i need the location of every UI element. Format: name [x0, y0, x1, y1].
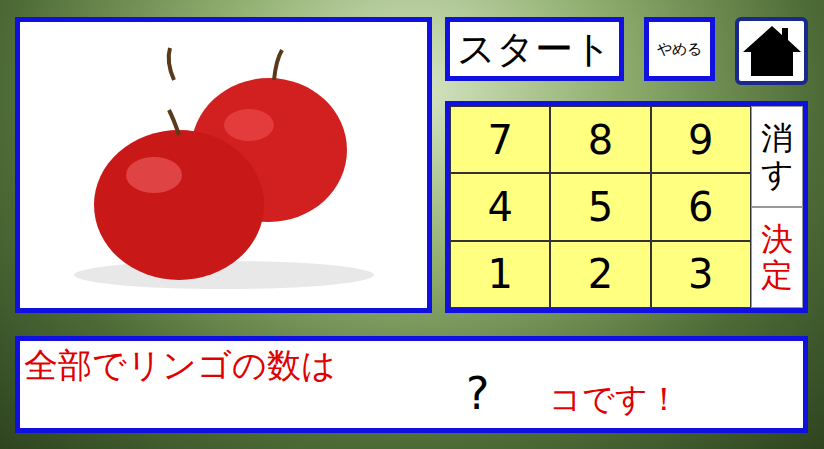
digit-key[interactable]: 6 — [651, 173, 751, 240]
apple-photo — [15, 17, 432, 313]
answer-prompt: 全部でリンゴの数は — [24, 343, 336, 389]
digit-key[interactable]: 7 — [450, 106, 550, 173]
side-key-label: 消す — [761, 121, 793, 191]
stop-button[interactable]: やめる — [644, 17, 716, 81]
digit-key[interactable]: 5 — [550, 173, 650, 240]
side-key[interactable]: 決定 — [751, 207, 803, 308]
side-key[interactable]: 消す — [751, 106, 803, 207]
top-row: スタートやめる 789 456 123消す決定 — [15, 17, 808, 313]
keypad: 789 456 123消す決定 — [445, 101, 808, 313]
answer-bar: 全部でリンゴの数は? コです！ — [15, 336, 808, 433]
controls: スタートやめる 789 456 123消す決定 — [445, 17, 808, 313]
apples-icon — [44, 35, 404, 295]
home-button[interactable] — [735, 17, 808, 85]
side-key-label: 決定 — [761, 222, 793, 292]
digit-grid: 789 456 123 — [450, 106, 751, 308]
digit-key[interactable]: 9 — [651, 106, 751, 173]
digit-key[interactable]: 8 — [550, 106, 650, 173]
button-row: スタートやめる — [445, 17, 808, 81]
digit-key[interactable]: 3 — [651, 241, 751, 308]
side-keys: 消す決定 — [751, 106, 803, 308]
home-icon — [741, 24, 803, 78]
answer-unit: コです！ — [549, 378, 680, 422]
digit-key[interactable]: 4 — [450, 173, 550, 240]
answer-value: ? — [466, 368, 489, 419]
digit-key[interactable]: 1 — [450, 241, 550, 308]
start-button[interactable]: スタート — [445, 17, 624, 81]
quiz-screen: スタートやめる 789 456 123消す決定全部でリンゴの数は? コです！ — [0, 0, 824, 449]
digit-key[interactable]: 2 — [550, 241, 650, 308]
